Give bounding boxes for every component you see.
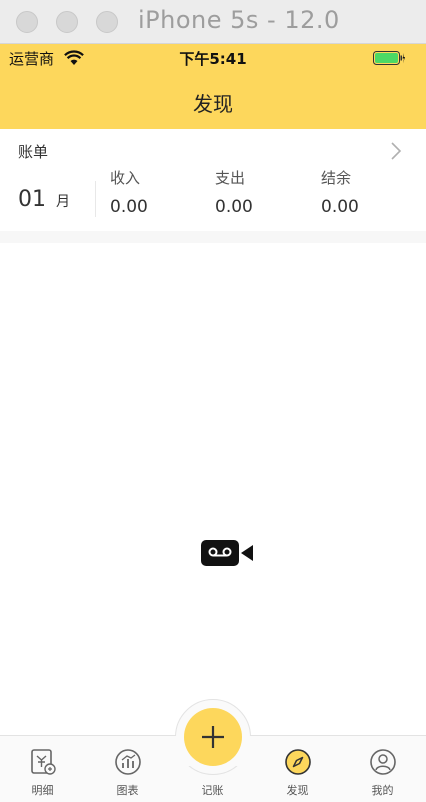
zoom-window-button[interactable] [96, 11, 118, 33]
tab-mine[interactable]: 我的 [340, 736, 425, 802]
add-record-button[interactable] [184, 708, 242, 766]
plus-icon [202, 726, 224, 748]
divider [95, 181, 96, 217]
chart-icon [115, 749, 141, 775]
income-value: 0.00 [110, 197, 148, 217]
simulator-titlebar: iPhone 5s - 12.0 [0, 0, 426, 44]
video-camera-icon [201, 540, 253, 566]
window-title: iPhone 5s - 12.0 [138, 6, 340, 34]
bill-title: 账单 [18, 143, 49, 161]
close-window-button[interactable] [16, 11, 38, 33]
expense-label: 支出 [215, 169, 246, 187]
status-bar: 运营商 下午5:41 [0, 44, 426, 72]
bill-summary-card[interactable]: 账单 01 月 收入 0.00 支出 0.00 结余 0.00 [0, 129, 426, 231]
income-label: 收入 [110, 169, 141, 187]
section-separator [0, 231, 426, 243]
tab-label: 我的 [371, 784, 394, 797]
tab-label: 发现 [286, 784, 309, 797]
month-number: 01 [18, 187, 46, 212]
tab-discover[interactable]: 发现 [255, 736, 340, 802]
expense-value: 0.00 [215, 197, 253, 217]
status-time: 下午5:41 [179, 50, 247, 68]
tab-label: 图表 [116, 784, 139, 797]
month-unit: 月 [56, 194, 70, 210]
minimize-window-button[interactable] [56, 11, 78, 33]
tab-label: 记账 [201, 784, 224, 797]
profile-icon [370, 749, 396, 775]
phone-screen: 运营商 下午5:41 发现 账单 01 月 收入 0.00 支出 0.00 结余… [0, 44, 426, 802]
page-title: 发现 [193, 92, 233, 116]
battery-icon [373, 51, 405, 65]
balance-label: 结余 [321, 169, 352, 187]
tab-detail[interactable]: 明细 [0, 736, 85, 802]
balance-value: 0.00 [321, 197, 359, 217]
chevron-right-icon [391, 142, 402, 160]
navigation-bar: 发现 [0, 72, 426, 129]
compass-icon [285, 749, 311, 775]
detail-icon [31, 749, 56, 775]
tab-chart[interactable]: 图表 [85, 736, 170, 802]
tab-label: 明细 [31, 784, 54, 797]
